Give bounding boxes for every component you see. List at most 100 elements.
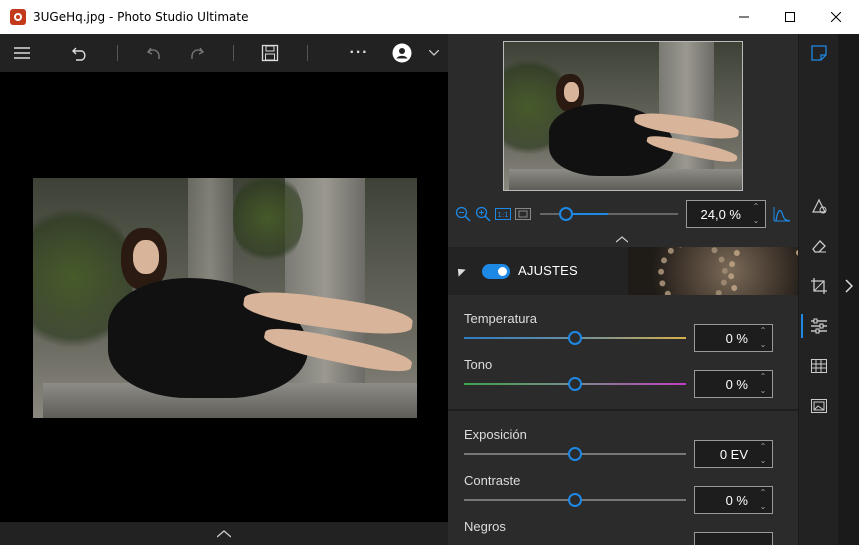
revert-icon [72,47,86,61]
crop-button[interactable] [809,276,829,296]
account-button[interactable] [390,34,414,72]
exposure-label: Exposición [464,427,527,442]
navigator-thumbnail[interactable] [503,41,743,191]
minimize-icon [739,16,749,18]
zoom-in-icon [475,206,491,222]
spin-down-icon[interactable]: ⌄ [760,386,767,396]
main-photo [33,178,417,418]
zoom-slider[interactable] [559,207,573,221]
adjustments-section-header[interactable]: AJUSTES [448,247,798,295]
tint-slider[interactable] [568,377,582,391]
contrast-slider[interactable] [568,493,582,507]
account-icon [392,43,412,63]
app-logo-icon [10,9,26,25]
zoom-field[interactable]: 24,0 % ⌃ ⌄ [686,200,766,228]
zoom-out-button[interactable] [455,206,471,222]
texture-icon [811,359,827,373]
eraser-button[interactable] [809,236,829,256]
spin-down-icon[interactable]: ⌄ [760,340,767,350]
tool-sidebar [798,34,838,545]
undo-button[interactable] [142,34,166,72]
save-button[interactable] [258,34,282,72]
window-title: 3UGeHq.jpg - Photo Studio Ultimate [33,10,249,24]
spin-down-icon[interactable]: ⌄ [760,456,767,466]
temperature-label: Temperatura [464,311,537,326]
blacks-label: Negros [464,519,506,534]
contrast-field[interactable]: 0 % ⌃ ⌄ [694,486,773,514]
spin-down-icon[interactable]: ⌄ [753,216,760,226]
eraser-icon [812,240,826,253]
retouch-icon [812,198,827,214]
adjustments-toggle[interactable] [482,264,510,279]
revert-button[interactable] [68,34,92,72]
contrast-value: 0 % [725,492,748,508]
tone-adjustments-group: Exposición 0 EV ⌃ ⌄ Contraste 0 % ⌃ ⌄ Negr… [448,411,798,545]
navigator-collapse-button[interactable] [615,230,629,248]
temperature-slider[interactable] [568,331,582,345]
thumbnail-photo [504,42,742,190]
section-banner-image [628,247,798,295]
actual-size-icon: 1:1 [495,208,511,220]
edit-panel-icon [811,45,827,61]
undo-icon [146,47,160,60]
expand-panel-button[interactable] [838,272,859,300]
minimize-button[interactable] [721,0,767,34]
section-title: AJUSTES [518,263,578,278]
svg-text:1:1: 1:1 [497,211,508,219]
fit-screen-button[interactable] [515,206,531,222]
close-button[interactable] [813,0,859,34]
adjustments-icon [811,318,827,334]
spin-up-icon[interactable]: ⌃ [760,488,767,498]
collapse-triangle-icon[interactable] [454,265,466,277]
exposure-value: 0 EV [719,446,748,462]
color-adjustments-group: Temperatura 0 % ⌃ ⌄ Tono 0 % ⌃ ⌄ [448,295,798,409]
histogram-button[interactable] [772,206,792,222]
tint-field[interactable]: 0 % ⌃ ⌄ [694,370,773,398]
zoom-out-icon [455,206,471,222]
fit-screen-icon [515,208,531,220]
tint-label: Tono [464,357,493,372]
maximize-button[interactable] [767,0,813,34]
histogram-icon [773,207,791,222]
image-icon [811,399,827,413]
retouch-button[interactable] [809,196,829,216]
menu-button[interactable] [10,34,34,72]
image-button[interactable] [809,396,829,416]
texture-button[interactable] [809,356,829,376]
title-bar: 3UGeHq.jpg - Photo Studio Ultimate [0,0,859,34]
menu-icon [14,47,30,59]
spin-down-icon[interactable]: ⌄ [760,502,767,512]
chevron-right-icon [844,279,853,293]
zoom-controls: 1:1 24,0 % ⌃ ⌄ [448,200,798,228]
zoom-in-button[interactable] [475,206,491,222]
contrast-label: Contraste [464,473,521,488]
more-button[interactable]: ··· [345,34,373,72]
spin-up-icon[interactable]: ⌃ [760,326,767,336]
adjustments-button[interactable] [809,316,829,336]
maximize-icon [785,12,795,22]
active-tool-indicator [801,314,803,338]
spin-up-icon[interactable]: ⌃ [760,442,767,452]
image-canvas[interactable] [0,72,448,522]
edit-panel-button[interactable] [809,43,829,63]
redo-button[interactable] [185,34,209,72]
tint-value: 0 % [725,376,748,392]
collapse-up-icon [615,236,629,243]
exposure-field[interactable]: 0 EV ⌃ ⌄ [694,440,773,468]
right-panel: 1:1 24,0 % ⌃ ⌄ AJUSTES Temperatura 0 % ⌃… [448,34,798,545]
account-dropdown[interactable] [426,34,442,72]
temperature-field[interactable]: 0 % ⌃ ⌄ [694,324,773,352]
actual-size-button[interactable]: 1:1 [495,206,511,222]
blacks-field[interactable] [694,532,773,545]
zoom-value: 24,0 % [700,206,741,222]
exposure-slider[interactable] [568,447,582,461]
redo-icon [191,47,205,60]
spin-up-icon[interactable]: ⌃ [753,202,760,212]
chevron-up-icon [217,529,231,537]
chevron-down-icon [429,50,439,56]
main-toolbar: ··· [0,34,448,72]
crop-icon [811,278,827,294]
save-icon [261,44,279,62]
filmstrip-toggle[interactable] [0,522,448,545]
spin-up-icon[interactable]: ⌃ [760,372,767,382]
